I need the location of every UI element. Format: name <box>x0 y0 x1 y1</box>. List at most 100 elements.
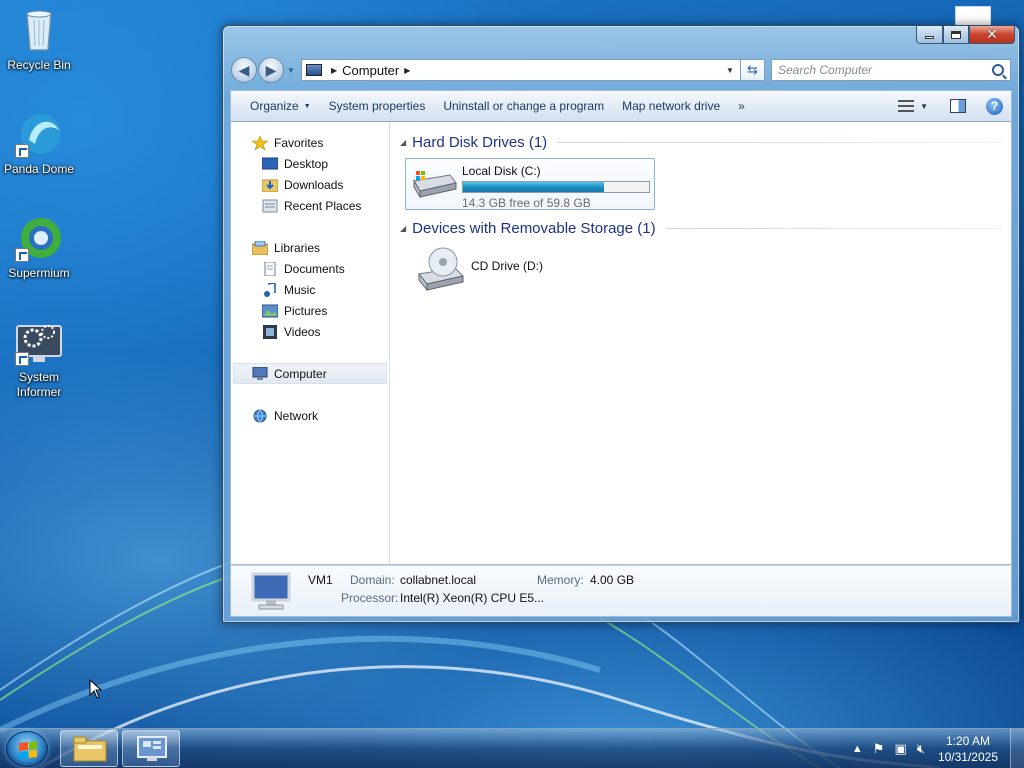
nav-item-label: Desktop <box>284 156 329 171</box>
address-dropdown-icon[interactable]: ▼ <box>726 66 740 75</box>
nav-item-label: Documents <box>284 261 345 276</box>
nav-item-network[interactable]: Network <box>231 405 389 426</box>
details-pane: VM1 Domain: collabnet.local Memory: 4.00… <box>230 565 1012 617</box>
view-options-dropdown-icon[interactable]: ▼ <box>920 102 928 111</box>
collapse-triangle-icon[interactable]: ◢ <box>400 138 406 147</box>
search-box[interactable]: Search Computer <box>771 59 1011 81</box>
desktop-icon-label: Recycle Bin <box>7 58 71 72</box>
desktop-icon-recycle-bin[interactable]: Recycle Bin <box>0 6 78 73</box>
downloads-folder-icon <box>262 179 278 192</box>
nav-gap <box>231 342 389 363</box>
show-hidden-icons-icon[interactable]: ▲ <box>852 743 863 755</box>
map-network-drive-button[interactable]: Map network drive <box>613 91 729 121</box>
nav-gap <box>231 216 389 237</box>
change-view-icon[interactable] <box>898 100 915 112</box>
folder-icon <box>73 736 107 762</box>
desktop-icon-supermium[interactable]: Supermium <box>0 214 78 281</box>
desktop-icon-panda-dome[interactable]: Panda Dome <box>0 110 78 177</box>
windows-logo-icon <box>19 741 37 759</box>
domain-label: Domain: <box>350 573 395 587</box>
minimize-button[interactable] <box>916 26 943 44</box>
nav-item-computer[interactable]: Computer <box>233 363 387 384</box>
search-input[interactable]: Search Computer <box>778 63 992 77</box>
nav-item-recent-places[interactable]: Recent Places <box>231 195 389 216</box>
computer-name: VM1 <box>308 573 333 587</box>
breadcrumb-computer[interactable]: Computer <box>342 63 399 78</box>
drive-item-local-disk[interactable]: Local Disk (C:) 14.3 GB free of 59.8 GB <box>405 158 655 210</box>
file-list: ◢ Hard Disk Drives (1) Local Disk (C:) 1… <box>390 122 1011 564</box>
desktop-icon-system-informer[interactable]: System Informer <box>0 318 78 400</box>
close-icon: ✕ <box>986 26 998 43</box>
taskbar-system-window-button[interactable] <box>122 730 180 767</box>
computer-icon <box>306 64 322 76</box>
nav-item-music[interactable]: Music <box>231 279 389 300</box>
drive-name: CD Drive (D:) <box>471 259 543 273</box>
minimize-icon <box>925 36 934 39</box>
system-tray: ▲ ⚑ ▣ 🔇︎ 1:20 AM 10/31/2025 <box>847 729 1024 768</box>
computer-large-icon <box>249 572 293 612</box>
chevron-down-icon: ▼ <box>303 102 311 110</box>
desktop-icon-label: System Informer <box>16 370 62 399</box>
computer-icon <box>252 366 268 380</box>
collapse-triangle-icon[interactable]: ◢ <box>400 224 406 233</box>
maximize-button[interactable] <box>943 26 969 44</box>
videos-icon <box>263 324 277 339</box>
show-desktop-button[interactable] <box>1010 729 1024 768</box>
nav-item-libraries[interactable]: Libraries <box>231 237 389 258</box>
more-commands-button[interactable]: » <box>729 91 754 121</box>
recent-pages-dropdown[interactable]: ▼ <box>287 66 297 75</box>
panda-dome-icon <box>15 110 63 158</box>
supermium-icon <box>15 214 63 262</box>
preview-pane-icon[interactable] <box>950 99 966 113</box>
nav-item-favorites[interactable]: Favorites <box>231 132 389 153</box>
command-bar: Organize ▼ System properties Uninstall or… <box>230 90 1012 122</box>
shortcut-arrow-icon <box>15 144 29 158</box>
taskbar-explorer-button[interactable] <box>60 730 118 767</box>
refresh-button[interactable]: ⇆ <box>741 59 765 81</box>
forward-button[interactable]: ▶ <box>258 57 284 83</box>
desktop-icon <box>262 157 278 169</box>
disk-usage-fill <box>463 182 605 192</box>
action-center-flag-icon[interactable]: ⚑ <box>873 741 885 757</box>
nav-item-downloads[interactable]: Downloads <box>231 174 389 195</box>
breadcrumb-separator-icon[interactable]: ▶ <box>404 66 410 75</box>
maximize-icon <box>951 30 961 39</box>
network-status-icon[interactable]: ▣ <box>894 741 906 757</box>
nav-item-label: Music <box>284 282 316 297</box>
music-icon <box>264 282 276 297</box>
clock-date: 10/31/2025 <box>937 750 998 764</box>
processor-value: Intel(R) Xeon(R) CPU E5... <box>400 591 545 605</box>
group-header-hard-disks[interactable]: ◢ Hard Disk Drives (1) <box>400 132 1011 152</box>
address-bar[interactable]: ▶ Computer ▶ ▼ <box>301 59 741 81</box>
nav-item-label: Recent Places <box>284 198 362 213</box>
memory-label: Memory: <box>537 573 584 587</box>
start-button[interactable] <box>6 731 48 767</box>
uninstall-program-button[interactable]: Uninstall or change a program <box>434 91 613 121</box>
content-area: Favorites Desktop Downloads Recent Place… <box>230 122 1012 565</box>
shortcut-arrow-icon <box>15 352 29 366</box>
star-icon <box>252 135 268 150</box>
recent-places-icon <box>262 199 278 212</box>
forward-arrow-icon: ▶ <box>265 61 277 78</box>
breadcrumb-separator-icon[interactable]: ▶ <box>331 66 337 75</box>
nav-item-videos[interactable]: Videos <box>231 321 389 342</box>
close-button[interactable]: ✕ <box>969 26 1015 44</box>
drive-item-cd-drive[interactable]: CD Drive (D:) <box>417 246 1011 292</box>
volume-muted-icon[interactable]: 🔇︎ <box>917 741 925 757</box>
search-icon[interactable] <box>992 64 1004 76</box>
nav-item-desktop[interactable]: Desktop <box>231 153 389 174</box>
system-properties-icon <box>137 736 167 761</box>
clock[interactable]: 1:20 AM 10/31/2025 <box>938 733 998 765</box>
system-properties-button[interactable]: System properties <box>320 91 435 121</box>
shortcut-arrow-icon <box>15 248 29 262</box>
nav-item-documents[interactable]: Documents <box>231 258 389 279</box>
network-icon <box>253 409 267 422</box>
nav-item-label: Pictures <box>284 303 328 318</box>
organize-button[interactable]: Organize ▼ <box>241 91 320 121</box>
nav-item-label: Videos <box>284 324 321 339</box>
nav-item-pictures[interactable]: Pictures <box>231 300 389 321</box>
libraries-icon <box>252 240 268 255</box>
help-icon[interactable]: ? <box>986 97 1003 115</box>
group-header-removable[interactable]: ◢ Devices with Removable Storage (1) <box>400 218 1011 238</box>
back-button[interactable]: ◀ <box>231 57 257 83</box>
